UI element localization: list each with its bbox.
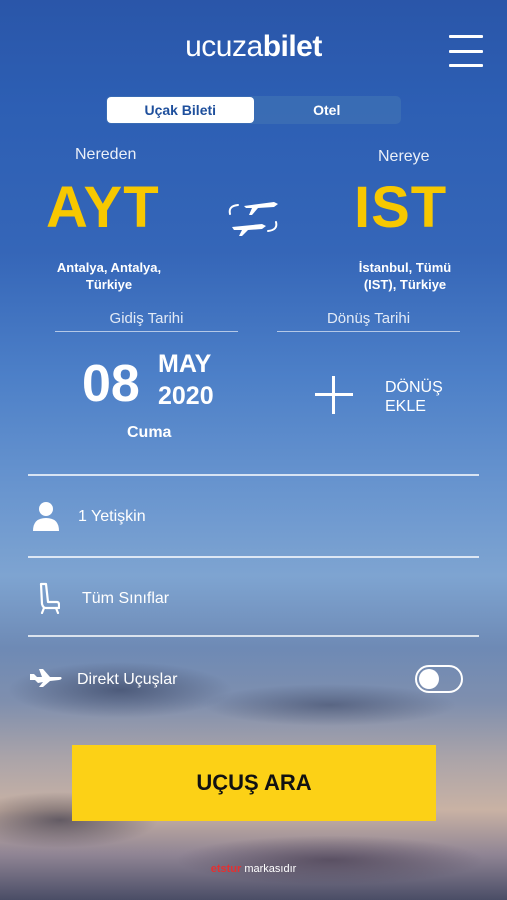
search-flights-button[interactable]: UÇUŞ ARA [72,745,436,821]
destination-label: Nereye [378,148,430,165]
person-icon [33,502,59,531]
footer-suffix: markasıdır [244,863,297,875]
add-return-line2: EKLE [385,398,426,415]
footer: etstur markasıdır [0,863,507,875]
origin-city[interactable]: Antalya, Antalya, Türkiye [40,259,178,293]
origin-city-line2: Türkiye [85,277,133,292]
add-return-date-button[interactable]: DÖNÜŞ EKLE [385,378,443,416]
departure-weekday: Cuma [127,424,172,441]
origin-label: Nereden [75,146,137,163]
seat-icon [39,582,60,614]
etstur-brand: etstur [210,863,242,875]
swap-planes-icon[interactable] [222,196,284,240]
plane-icon [30,669,62,687]
passenger-count[interactable]: 1 Yetişkin [78,508,146,526]
departure-date-label: Gidiş Tarihi [55,310,238,332]
app-logo: ucuzabilet [0,30,507,64]
origin-airport-code[interactable]: AYT [46,174,160,241]
add-return-line1: DÖNÜŞ [385,379,443,396]
cabin-class[interactable]: Tüm Sınıflar [82,590,169,608]
destination-city-line2: (IST), Türkiye [363,277,447,292]
departure-month: MAY [158,350,212,378]
destination-airport-code[interactable]: IST [354,174,447,241]
destination-city-line1: İstanbul, Tümü [358,260,452,275]
divider [28,635,479,637]
booking-type-tabs: Uçak Bileti Otel [106,96,401,124]
toggle-knob [419,669,439,689]
destination-city[interactable]: İstanbul, Tümü (IST), Türkiye [340,259,470,293]
direct-flights-toggle[interactable] [415,665,463,693]
return-date-label: Dönüş Tarihi [277,310,460,332]
departure-year: 2020 [158,382,214,410]
plus-icon[interactable] [315,376,353,414]
logo-part-bilet: bilet [262,30,323,63]
origin-city-line1: Antalya, Antalya, [56,260,162,275]
departure-day: 08 [82,355,140,413]
tab-hotel[interactable]: Otel [254,97,401,123]
divider [28,556,479,558]
tab-flight-tickets[interactable]: Uçak Bileti [107,97,254,123]
direct-flights-label: Direkt Uçuşlar [77,671,178,688]
divider [28,474,479,476]
hamburger-menu-icon[interactable] [449,35,483,67]
logo-part-ucuza: ucuza [185,30,263,63]
